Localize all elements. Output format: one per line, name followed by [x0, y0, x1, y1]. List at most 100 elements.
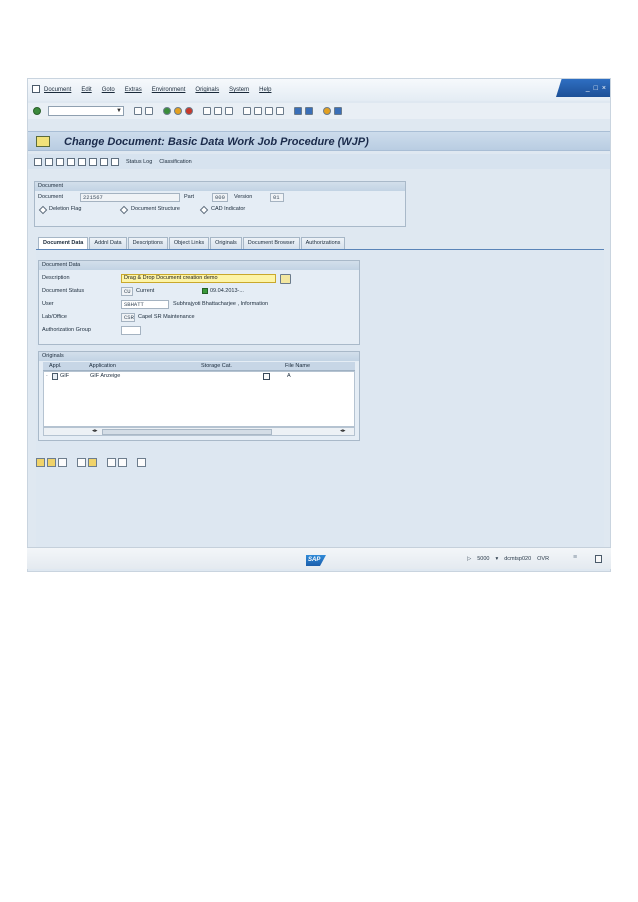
application-toolbar: Status Log Classification — [28, 154, 610, 169]
cancel-icon[interactable] — [185, 107, 193, 115]
status-menu-icon[interactable]: ≡ — [573, 554, 577, 561]
new-session-icon[interactable] — [294, 107, 302, 115]
display-original-icon[interactable] — [58, 458, 67, 467]
deletion-flag-label: Deletion Flag — [49, 206, 82, 212]
column-file-name[interactable]: File Name — [285, 363, 310, 369]
tab-originals[interactable]: Originals — [210, 237, 242, 249]
shortcut-icon[interactable] — [305, 107, 313, 115]
menu-help[interactable]: Help — [259, 87, 271, 93]
document-structure-label: Document Structure — [131, 206, 180, 212]
layout-menu-icon[interactable] — [334, 107, 342, 115]
first-page-icon[interactable] — [243, 107, 251, 115]
find-next-icon[interactable] — [225, 107, 233, 115]
deletion-flag-icon[interactable] — [38, 205, 48, 215]
lab-office-text: Capel SR Maintenance — [138, 314, 195, 320]
document-tree-icon[interactable] — [89, 157, 97, 166]
save-icon[interactable] — [145, 107, 153, 115]
document-number-field[interactable]: 221567 — [80, 193, 180, 202]
structure-icon[interactable] — [111, 157, 119, 166]
expand-icon[interactable]: · — [46, 373, 48, 379]
input-mode[interactable]: OVR — [537, 556, 549, 562]
user-fullname: Subhrajyoti Bhattacharjee , Information — [173, 301, 269, 307]
minimize-button[interactable]: _ — [586, 85, 590, 92]
document-structure-icon[interactable] — [119, 205, 129, 215]
delete-original-icon[interactable] — [137, 458, 146, 467]
description-input[interactable]: Drag & Drop Document creation demo — [121, 274, 276, 283]
originals-table-body: · GIF GIF Anzeige A — [43, 371, 355, 427]
next-page-icon[interactable] — [265, 107, 273, 115]
part-label: Part — [184, 194, 195, 200]
new-original-icon[interactable] — [77, 458, 86, 467]
menu-originals[interactable]: Originals — [195, 87, 219, 93]
open-original-icon[interactable] — [88, 458, 97, 467]
part-field[interactable]: 000 — [212, 193, 228, 202]
originals-toolbar — [36, 458, 146, 467]
row-appl: GIF — [60, 373, 70, 379]
standard-toolbar: ▼ — [28, 103, 610, 119]
system-info-arrow-icon[interactable]: ▷ — [467, 556, 471, 562]
find-icon[interactable] — [214, 107, 222, 115]
cad-indicator-label: CAD Indicator — [211, 206, 246, 212]
new-document-icon[interactable] — [45, 157, 53, 166]
back-icon[interactable] — [163, 107, 171, 115]
scroll-thumb[interactable] — [102, 429, 272, 435]
edit-description-icon[interactable] — [280, 274, 291, 284]
tab-object-links[interactable]: Object Links — [168, 237, 210, 249]
status-ok-icon — [202, 288, 208, 294]
column-application[interactable]: Application — [89, 363, 116, 369]
horizontal-scrollbar[interactable]: ◂▸ ◂▸ — [43, 427, 355, 436]
book-icon[interactable] — [78, 157, 86, 166]
menu-edit[interactable]: Edit — [81, 87, 91, 93]
lock-icon[interactable] — [263, 373, 270, 380]
last-page-icon[interactable] — [276, 107, 284, 115]
authorization-group-field[interactable] — [121, 326, 141, 335]
lab-office-label: Lab/Office — [42, 314, 67, 320]
menu-extras[interactable]: Extras — [125, 87, 142, 93]
enter-icon[interactable] — [33, 107, 41, 115]
menu-goto[interactable]: Goto — [102, 87, 115, 93]
scroll-right-icon[interactable]: ◂▸ — [340, 428, 346, 434]
version-field[interactable]: 01 — [270, 193, 284, 202]
column-appl[interactable]: Appl. — [49, 363, 62, 369]
hierarchy-icon[interactable] — [100, 157, 108, 166]
back-arrow-icon[interactable] — [134, 107, 142, 115]
status-log-button[interactable]: Status Log — [126, 159, 152, 165]
document-data-group: Document Data Description Drag & Drop Do… — [38, 260, 360, 345]
classification-button[interactable]: Classification — [159, 159, 191, 165]
tab-descriptions[interactable]: Descriptions — [127, 237, 168, 249]
menu-system[interactable]: System — [229, 87, 249, 93]
exit-icon[interactable] — [174, 107, 182, 115]
cad-indicator-icon[interactable] — [199, 205, 209, 215]
tab-addnl-data[interactable]: Addnl Data — [89, 237, 127, 249]
copy-document-icon[interactable] — [56, 157, 64, 166]
close-button[interactable]: × — [602, 85, 606, 92]
status-code-field[interactable]: CU — [121, 287, 133, 296]
edit-original-icon[interactable] — [36, 458, 45, 467]
print-icon[interactable] — [203, 107, 211, 115]
lab-office-field[interactable]: CSR — [121, 313, 135, 322]
menu-environment[interactable]: Environment — [152, 87, 186, 93]
lock-icon[interactable] — [595, 555, 602, 563]
table-row[interactable]: · GIF GIF Anzeige A — [44, 373, 354, 381]
tab-document-browser[interactable]: Document Browser — [242, 237, 300, 249]
previous-page-icon[interactable] — [254, 107, 262, 115]
system-menu-icon[interactable] — [32, 85, 40, 93]
help-icon[interactable] — [323, 107, 331, 115]
column-storage-cat[interactable]: Storage Cat. — [201, 363, 232, 369]
link-icon[interactable] — [67, 157, 75, 166]
system-info: ▷ 5000 ▾ dcmtsp020 OVR — [467, 556, 549, 562]
user-field[interactable]: SBHATT — [121, 300, 169, 309]
originals-table-header: Appl. Application Storage Cat. File Name — [43, 362, 355, 371]
scroll-left-icon[interactable]: ◂▸ — [92, 428, 98, 434]
display-change-icon[interactable] — [34, 157, 42, 166]
chevron-down-icon[interactable]: ▼ — [116, 108, 122, 115]
maximize-button[interactable]: □ — [594, 85, 598, 92]
chevron-down-icon[interactable]: ▾ — [495, 556, 498, 562]
document-status-label: Document Status — [42, 288, 85, 294]
menu-document[interactable]: Document — [44, 87, 71, 93]
command-field[interactable]: ▼ — [48, 106, 124, 116]
check-out-icon[interactable] — [118, 458, 127, 467]
check-in-icon[interactable] — [107, 458, 116, 467]
tab-authorizations[interactable]: Authorizations — [300, 237, 346, 249]
change-original-icon[interactable] — [47, 458, 56, 467]
